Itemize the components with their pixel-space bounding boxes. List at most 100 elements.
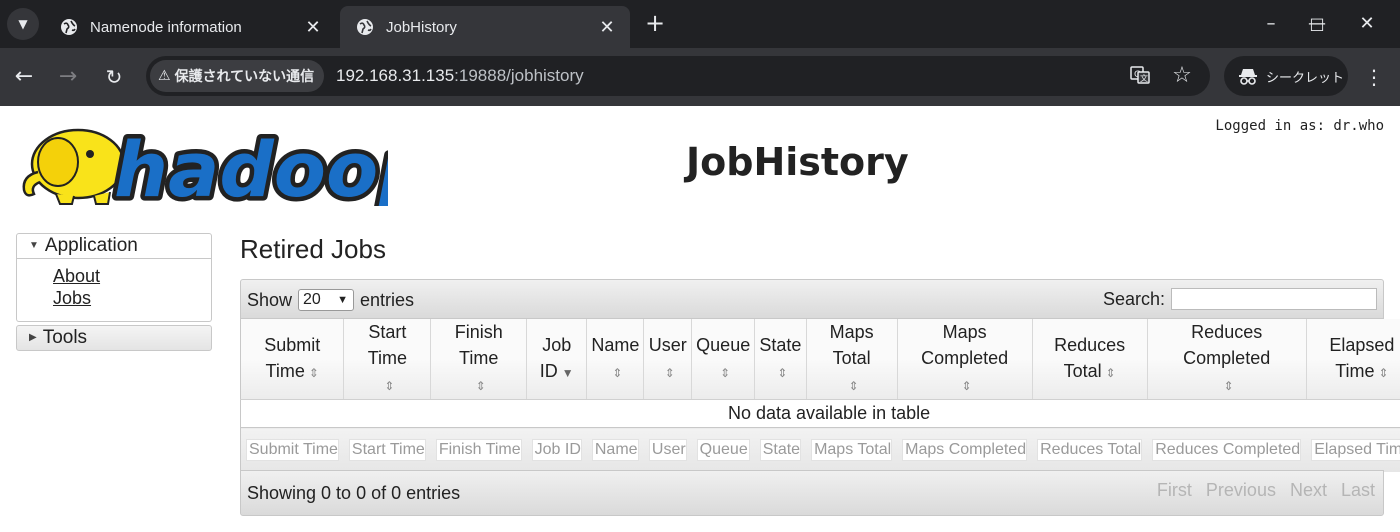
entries-label: entries <box>360 289 415 310</box>
search-control: Search: <box>1103 288 1377 310</box>
address-bar[interactable]: ⚠ 保護されていない通信 192.168.31.135:19888/jobhis… <box>146 56 1210 96</box>
col-reduces-total[interactable]: Reduces Total ⇕ <box>1031 319 1148 400</box>
sort-desc-icon: ▼ <box>561 366 574 380</box>
filter-finish-time[interactable]: Finish Time <box>435 438 522 461</box>
filter-maps-completed[interactable]: Maps Completed <box>902 438 1028 461</box>
sort-icon: ⇕ <box>777 366 788 380</box>
filter-user[interactable]: User <box>648 438 687 461</box>
maximize-icon[interactable]: □ <box>1294 10 1340 38</box>
filter-state[interactable]: State <box>759 438 802 461</box>
logged-in-user: Logged in as: dr.who <box>1215 118 1384 134</box>
svg-text:hadoop: hadoop <box>114 125 388 206</box>
filter-maps-total[interactable]: Maps Total <box>811 438 893 461</box>
tab-search-chevron-icon[interactable]: ▼ <box>7 8 39 40</box>
table-footer: Showing 0 to 0 of 0 entries First Previo… <box>240 470 1384 516</box>
col-start-time[interactable]: Start Time ⇕ <box>343 319 431 400</box>
page-length-select[interactable]: 20 ▼ <box>298 289 355 311</box>
close-icon[interactable]: ✕ <box>302 17 324 38</box>
warning-triangle-icon: ⚠ <box>158 68 171 84</box>
url-path: :19888/jobhistory <box>454 66 584 85</box>
sort-icon: ⇕ <box>475 379 486 393</box>
col-state[interactable]: State ⇕ <box>754 319 807 400</box>
sidebar-navigation: ▼ Application About Jobs ▶ Tools <box>16 233 212 351</box>
sort-icon: ⇕ <box>1223 379 1234 393</box>
page-length-value: 20 <box>303 291 321 308</box>
incognito-icon <box>1239 69 1257 85</box>
reload-icon[interactable]: ↻ <box>100 63 128 91</box>
tab-strip: ▼ Namenode information ✕ JobHistory ✕ + … <box>0 0 1400 48</box>
pagination-previous[interactable]: Previous <box>1206 480 1276 501</box>
table-info: Showing 0 to 0 of 0 entries <box>247 483 461 503</box>
show-label: Show <box>247 289 293 310</box>
url-host: 192.168.31.135 <box>336 66 455 85</box>
svg-text:文: 文 <box>1140 73 1148 83</box>
pagination-next[interactable]: Next <box>1290 480 1327 501</box>
section-label: Tools <box>42 327 88 348</box>
forward-arrow-icon[interactable]: → <box>54 63 82 91</box>
col-elapsed-time[interactable]: Elapsed Time ⇕ <box>1305 319 1400 400</box>
col-maps-total[interactable]: Maps Total ⇕ <box>805 319 898 400</box>
sidebar-section-tools[interactable]: ▶ Tools <box>16 325 212 351</box>
filter-reduces-total[interactable]: Reduces Total <box>1037 438 1143 461</box>
sidebar-section-application[interactable]: ▼ Application <box>16 233 212 259</box>
sort-icon: ⇕ <box>1378 366 1389 380</box>
security-chip[interactable]: ⚠ 保護されていない通信 <box>150 60 325 92</box>
pagination-first[interactable]: First <box>1157 480 1192 501</box>
col-submit-time[interactable]: Submit Time ⇕ <box>239 319 344 400</box>
page-length-control: Show 20 ▼ entries <box>247 289 414 311</box>
security-label: 保護されていない通信 <box>174 69 315 85</box>
filter-queue[interactable]: Queue <box>696 438 750 461</box>
section-title: Retired Jobs <box>240 234 386 264</box>
pagination-last[interactable]: Last <box>1341 480 1375 501</box>
window-close-icon[interactable]: ✕ <box>1344 10 1390 38</box>
sidebar-link-about[interactable]: About <box>53 265 211 287</box>
filter-job-id[interactable]: Job ID <box>531 438 582 461</box>
triangle-right-icon: ▶ <box>29 332 37 343</box>
col-reduces-completed[interactable]: Reduces Completed ⇕ <box>1146 319 1307 400</box>
back-arrow-icon[interactable]: ← <box>10 63 38 91</box>
col-finish-time[interactable]: Finish Time ⇕ <box>430 319 527 400</box>
globe-icon <box>357 19 373 35</box>
filter-elapsed-time[interactable]: Elapsed Time <box>1311 438 1400 461</box>
section-label: Application <box>44 235 138 256</box>
filter-submit-time[interactable]: Submit Time <box>246 438 339 461</box>
filter-start-time[interactable]: Start Time <box>348 438 426 461</box>
new-tab-plus-icon[interactable]: + <box>642 10 668 36</box>
empty-row: No data available in table <box>239 399 1400 428</box>
bookmark-star-icon[interactable]: ☆ <box>1170 64 1194 88</box>
translate-icon[interactable]: G文 <box>1128 64 1152 88</box>
col-name[interactable]: Name ⇕ <box>586 319 644 400</box>
browser-toolbar: ← → ↻ ⚠ 保護されていない通信 192.168.31.135:19888/… <box>0 48 1400 106</box>
minimize-icon[interactable]: – <box>1248 10 1294 38</box>
col-user[interactable]: User ⇕ <box>643 319 692 400</box>
col-job-id[interactable]: Job ID ▼ <box>526 319 587 400</box>
incognito-label: シークレット <box>1266 70 1345 86</box>
pagination: First Previous Next Last <box>1157 480 1375 501</box>
hadoop-logo[interactable]: hadoop hadoop <box>16 116 437 219</box>
filter-name[interactable]: Name <box>591 438 639 461</box>
page-title: JobHistory <box>686 140 909 184</box>
sort-icon: ⇕ <box>664 366 675 380</box>
sort-icon: ⇕ <box>961 379 972 393</box>
url-text[interactable]: 192.168.31.135:19888/jobhistory <box>336 56 584 96</box>
hadoop-elephant-icon <box>22 128 126 205</box>
search-input[interactable] <box>1171 288 1377 310</box>
empty-message: No data available in table <box>239 399 1400 428</box>
tab-jobhistory[interactable]: JobHistory ✕ <box>340 6 630 48</box>
sort-icon: ⇕ <box>848 379 859 393</box>
jobs-table: Submit Time ⇕ Start Time ⇕ Finish Time ⇕ Job ID… <box>239 319 1400 472</box>
sort-icon: ⇕ <box>720 366 731 380</box>
filter-reduces-completed[interactable]: Reduces Completed <box>1152 438 1302 461</box>
tab-namenode-information[interactable]: Namenode information ✕ <box>44 6 336 48</box>
search-label: Search: <box>1102 288 1165 309</box>
filter-row: Submit Time Start Time Finish Time Job I… <box>239 427 1400 472</box>
col-queue[interactable]: Queue ⇕ <box>691 319 755 400</box>
sort-icon: ⇕ <box>1105 366 1116 380</box>
sidebar-link-jobs[interactable]: Jobs <box>53 287 211 309</box>
more-menu-icon[interactable]: ⋮ <box>1362 63 1386 91</box>
col-maps-completed[interactable]: Maps Completed ⇕ <box>896 319 1033 400</box>
sort-icon: ⇕ <box>612 366 623 380</box>
tab-title: Namenode information <box>90 18 242 36</box>
close-icon[interactable]: ✕ <box>596 17 618 38</box>
incognito-indicator[interactable]: シークレット <box>1224 56 1348 96</box>
